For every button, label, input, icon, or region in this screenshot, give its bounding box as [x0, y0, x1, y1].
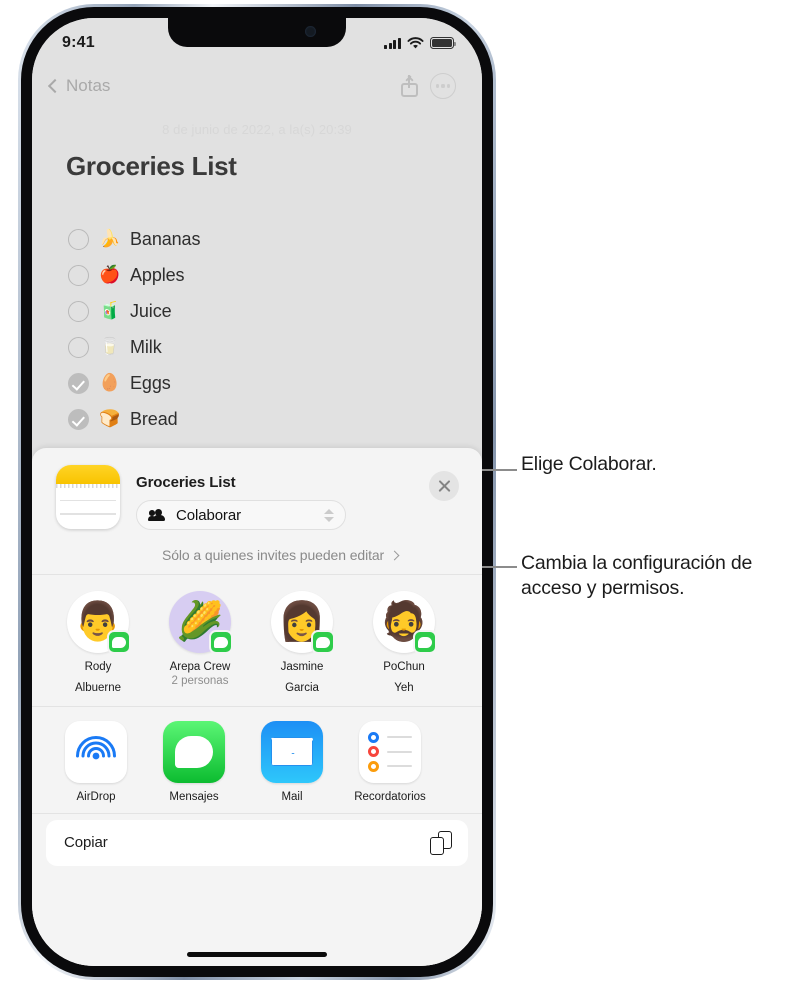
contact-name-line1: Jasmine	[280, 661, 324, 673]
checkbox-checked-icon[interactable]	[68, 372, 89, 394]
apps-row: AirDrop Mensajes Mail Recordatorios	[32, 707, 482, 813]
app-share-target-messages[interactable]: Mensajes	[152, 720, 236, 803]
contacts-row: 👨 Rody Albuerne 🌽 Arepa Crew 2 personas	[32, 575, 482, 706]
collaborate-label: Colaborar	[176, 506, 241, 524]
contact-name-line2: Albuerne	[74, 682, 122, 695]
messages-badge-icon	[107, 630, 131, 654]
messages-badge-icon	[209, 630, 233, 654]
share-sheet-header: Groceries List Colaborar Sólo a quienes …	[32, 448, 482, 574]
permissions-button[interactable]: Sólo a quienes invites pueden editar	[162, 547, 400, 563]
back-to-notas-button[interactable]: Notas	[47, 76, 111, 96]
share-sheet: Groceries List Colaborar Sólo a quienes …	[32, 448, 482, 966]
copy-action-row[interactable]: Copiar	[46, 819, 468, 866]
wifi-icon	[407, 36, 424, 48]
app-label: Recordatorios	[354, 790, 426, 803]
contact-name-line1: Rody	[84, 661, 112, 673]
chevron-left-icon	[47, 78, 63, 94]
contact-item[interactable]: 🧔 PoChun Yeh	[354, 591, 454, 696]
contact-subtitle: 2 personas	[171, 675, 229, 688]
note-checklist: 🍌 Bananas 🍎 Apples 🧃 Juice 🥛 Milk 🥚 Eggs…	[68, 221, 458, 437]
callout-2-text: Cambia la configuración de acceso y perm…	[521, 552, 753, 600]
item-emoji: 🍎	[99, 265, 121, 284]
item-emoji: 🥚	[99, 373, 121, 392]
item-label: Juice	[130, 300, 172, 321]
phone-screen: 9:41 Notas 8 de junio de 2022, a la(s) 2…	[32, 18, 482, 966]
screenshot-root: 9:41 Notas 8 de junio de 2022, a la(s) 2…	[0, 0, 793, 990]
app-label: AirDrop	[76, 790, 116, 803]
checkbox-unchecked-icon[interactable]	[68, 228, 89, 250]
contact-item[interactable]: 🌽 Arepa Crew 2 personas	[150, 591, 250, 696]
app-label: Mensajes	[169, 790, 219, 803]
checklist-item[interactable]: 🍌 Bananas	[68, 221, 458, 257]
more-ellipsis-icon	[430, 73, 456, 99]
reminders-icon	[359, 720, 421, 783]
app-share-target-mail[interactable]: Mail	[250, 720, 334, 803]
close-button[interactable]	[429, 471, 459, 501]
copy-icon	[430, 830, 452, 855]
checklist-item[interactable]: 🍎 Apples	[68, 257, 458, 293]
contact-name-line2: Garcia	[285, 682, 319, 695]
avatar-wrapper: 🧔	[373, 591, 437, 654]
status-time: 9:41	[62, 34, 95, 51]
share-sheet-title: Groceries List	[136, 474, 236, 491]
contact-item[interactable]: 👨 Rody Albuerne	[48, 591, 148, 696]
item-label: Eggs	[130, 372, 171, 393]
battery-icon	[430, 37, 457, 49]
mail-icon	[261, 720, 323, 783]
checklist-item[interactable]: 🥚 Eggs	[68, 365, 458, 401]
up-down-chevron-icon	[324, 508, 335, 522]
contact-name-line1: Arepa Crew	[169, 661, 231, 673]
divider	[32, 812, 482, 814]
avatar-wrapper: 👩	[271, 591, 335, 654]
collaborate-dropdown[interactable]: Colaborar	[136, 500, 346, 530]
status-indicators	[384, 36, 457, 50]
notes-app-icon	[56, 465, 120, 529]
avatar-wrapper: 👨	[67, 591, 131, 654]
front-camera-icon	[305, 26, 316, 37]
item-label: Apples	[130, 264, 185, 285]
chevron-right-icon	[389, 550, 400, 560]
note-date: 8 de junio de 2022, a la(s) 20:39	[162, 122, 352, 137]
checklist-item[interactable]: 🧃 Juice	[68, 293, 458, 329]
share-button[interactable]	[392, 69, 426, 103]
notch	[168, 18, 346, 47]
item-emoji: 🍞	[99, 409, 121, 428]
home-indicator[interactable]	[187, 951, 327, 957]
permissions-label: Sólo a quienes invites pueden editar	[162, 547, 385, 563]
contact-name-line2: Yeh	[394, 682, 414, 695]
checkbox-checked-icon[interactable]	[68, 408, 89, 430]
contact-item[interactable]: 👩 Jasmine Garcia	[252, 591, 352, 696]
contact-name-line1: PoChun	[383, 661, 425, 673]
item-label: Bread	[130, 408, 178, 429]
checkbox-unchecked-icon[interactable]	[68, 336, 89, 358]
iphone-frame: 9:41 Notas 8 de junio de 2022, a la(s) 2…	[18, 4, 496, 980]
checklist-item[interactable]: 🥛 Milk	[68, 329, 458, 365]
messages-icon	[163, 720, 225, 783]
messages-badge-icon	[311, 630, 335, 654]
checkbox-unchecked-icon[interactable]	[68, 300, 89, 322]
copy-label: Copiar	[64, 834, 108, 852]
messages-badge-icon	[413, 630, 437, 654]
item-emoji: 🧃	[99, 301, 121, 320]
item-label: Milk	[130, 336, 162, 357]
note-nav-bar: Notas	[32, 62, 482, 110]
item-emoji: 🍌	[99, 229, 121, 248]
app-share-target-airdrop[interactable]: AirDrop	[54, 720, 138, 803]
airdrop-icon	[65, 720, 127, 783]
checklist-item[interactable]: 🍞 Bread	[68, 401, 458, 437]
avatar-wrapper: 🌽	[169, 591, 233, 654]
app-share-target-reminders[interactable]: Recordatorios	[348, 720, 432, 803]
share-icon	[400, 75, 418, 97]
phone-bezel: 9:41 Notas 8 de junio de 2022, a la(s) 2…	[21, 7, 493, 977]
callout-1-text: Elige Colaborar.	[521, 453, 657, 475]
item-emoji: 🥛	[99, 337, 121, 356]
app-label: Mail	[281, 790, 303, 803]
checkbox-unchecked-icon[interactable]	[68, 264, 89, 286]
more-options-button[interactable]	[426, 69, 460, 103]
item-label: Bananas	[130, 228, 201, 249]
people-icon	[148, 509, 168, 521]
note-title: Groceries List	[66, 151, 237, 181]
back-label: Notas	[66, 76, 111, 95]
cellular-bars-icon	[384, 37, 401, 49]
